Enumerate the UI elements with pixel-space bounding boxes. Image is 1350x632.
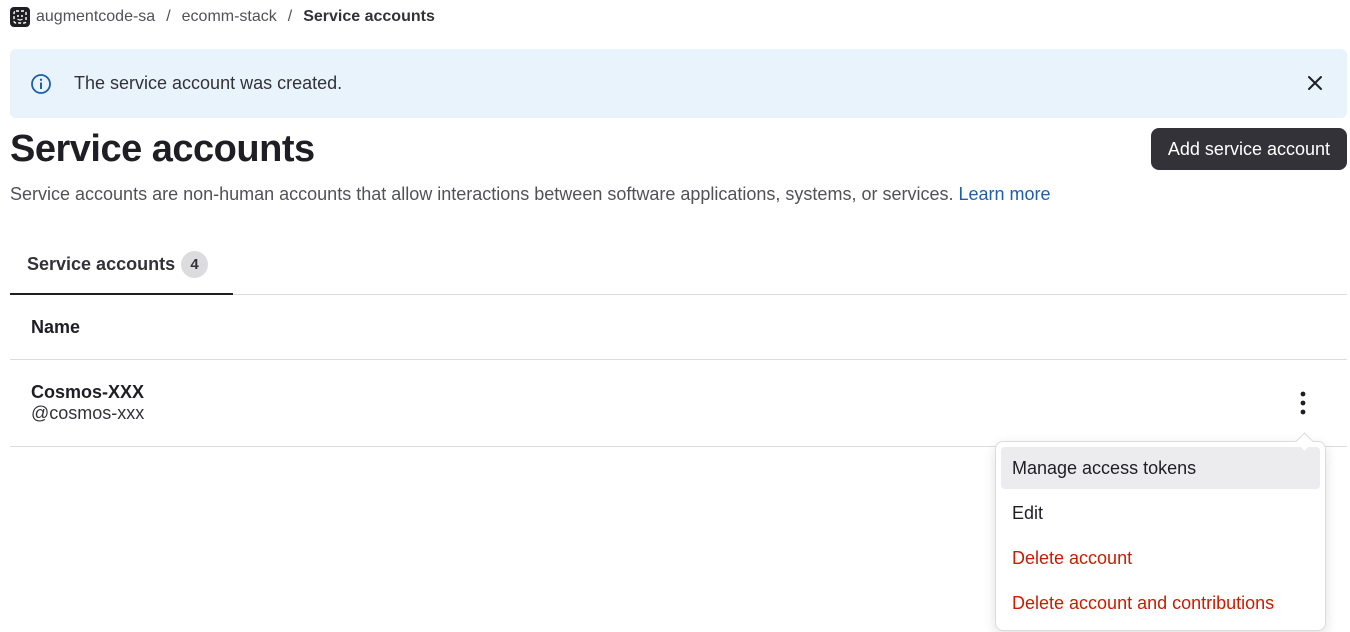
tabs: Service accounts 4 <box>10 235 1347 295</box>
menu-item-manage-access-tokens[interactable]: Manage access tokens <box>1001 447 1320 489</box>
info-icon <box>30 73 52 95</box>
page-header: Service accounts Add service account <box>10 128 1347 170</box>
breadcrumb-project-link[interactable]: ecomm-stack <box>182 8 277 26</box>
menu-item-delete-account[interactable]: Delete account <box>1001 537 1320 579</box>
kebab-menu-icon[interactable] <box>1291 388 1315 418</box>
table-row: Cosmos-XXX @cosmos-xxx <box>10 360 1347 447</box>
breadcrumb-separator: / <box>287 8 293 25</box>
success-alert: The service account was created. <box>10 49 1347 118</box>
group-avatar-icon[interactable] <box>10 7 30 27</box>
table-header: Name <box>10 295 1347 360</box>
breadcrumb-separator: / <box>166 8 171 25</box>
close-icon[interactable] <box>1305 73 1325 93</box>
alert-message: The service account was created. <box>74 73 343 93</box>
page-title: Service accounts <box>10 127 315 170</box>
description-text: Service accounts are non-human accounts … <box>10 184 954 204</box>
tab-service-accounts[interactable]: Service accounts 4 <box>10 235 233 295</box>
account-handle: @cosmos-xxx <box>31 403 145 423</box>
add-service-account-button[interactable]: Add service account <box>1150 128 1347 170</box>
menu-item-edit[interactable]: Edit <box>1001 492 1320 534</box>
page-description: Service accounts are non-human accounts … <box>10 184 1347 205</box>
actions-dropdown-menu: Manage access tokens Edit Delete account… <box>995 441 1326 631</box>
account-cell: Cosmos-XXX @cosmos-xxx <box>31 382 144 424</box>
tab-label: Service accounts <box>27 253 176 274</box>
breadcrumb: augmentcode-sa / ecomm-stack / Service a… <box>10 0 1347 34</box>
menu-item-delete-account-and-contributions[interactable]: Delete account and contributions <box>1001 582 1320 624</box>
count-badge: 4 <box>181 250 209 278</box>
breadcrumb-current[interactable]: Service accounts <box>303 8 435 26</box>
column-header-name: Name <box>31 316 81 337</box>
account-name: Cosmos-XXX <box>31 382 145 402</box>
breadcrumb-group-link[interactable]: augmentcode-sa <box>36 8 155 26</box>
learn-more-link[interactable]: Learn more <box>958 184 1050 204</box>
